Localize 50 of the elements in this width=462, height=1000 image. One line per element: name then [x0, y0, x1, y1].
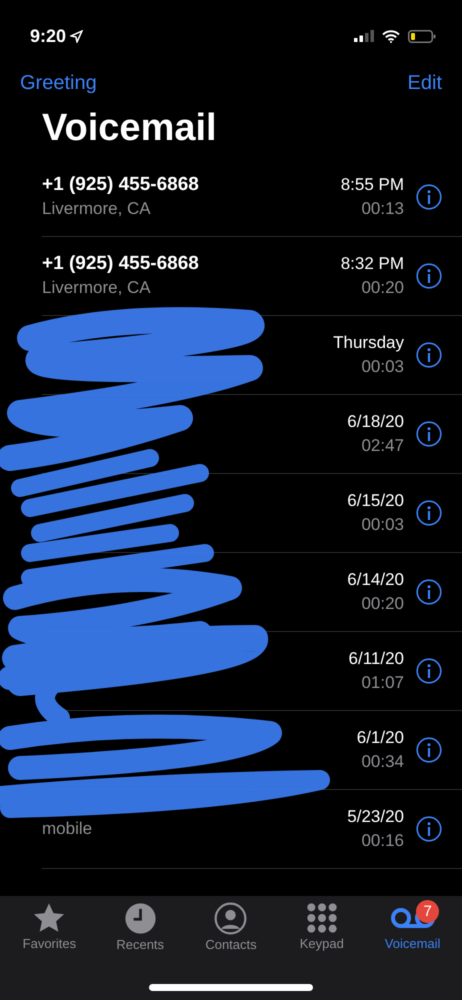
- caller-detail: Livermore, CA: [42, 198, 151, 218]
- info-icon[interactable]: [416, 816, 442, 842]
- caller-detail: mobile: [42, 818, 92, 838]
- caller-number: +1 (925) 455-6868: [42, 173, 200, 198]
- caller-detail: Livermore, CA: [42, 278, 151, 297]
- wifi-icon: [382, 30, 400, 42]
- clock-time: 9:20: [30, 24, 66, 48]
- battery-icon: [408, 30, 436, 42]
- duration: 01:07: [361, 672, 404, 692]
- duration: 00:34: [361, 752, 404, 771]
- duration: 00:03: [361, 514, 404, 534]
- tab-button[interactable]: Contacts: [186, 902, 276, 1000]
- info-icon[interactable]: [416, 420, 442, 447]
- greeting-link[interactable]: Greeting: [20, 68, 97, 98]
- duration: 00:03: [361, 356, 404, 376]
- info-icon[interactable]: [416, 578, 442, 605]
- clock-icon: [124, 902, 157, 935]
- call-date: 6/15/20: [347, 490, 404, 510]
- keypad-icon: [306, 902, 338, 934]
- info-icon[interactable]: [416, 342, 442, 368]
- info-icon[interactable]: [416, 184, 442, 210]
- tab-button[interactable]: Favorites: [4, 902, 95, 1000]
- tab-button[interactable]: Recents: [94, 902, 186, 1000]
- duration: 02:47: [361, 436, 404, 455]
- call-date: 6/14/20: [347, 570, 404, 589]
- call-date: 6/18/20: [347, 412, 404, 431]
- call-date: 8:55 PM: [340, 174, 404, 194]
- signal-icon: [354, 30, 374, 42]
- info-icon[interactable]: [416, 736, 442, 763]
- star-icon: [32, 902, 66, 934]
- tab-button[interactable]: Keypad: [276, 902, 368, 1000]
- contact-icon: [214, 902, 248, 935]
- tab-button[interactable]: Voicemail 7: [367, 902, 458, 1000]
- duration: 00:20: [361, 278, 404, 297]
- duration: 00:13: [361, 198, 404, 218]
- call-date: 6/1/20: [356, 728, 404, 747]
- info-icon[interactable]: [416, 262, 442, 289]
- call-date: 5/23/20: [347, 806, 404, 826]
- duration: 00:16: [361, 830, 404, 850]
- page-title: Voicemail: [41, 106, 218, 151]
- location-arrow-icon: [70, 30, 84, 44]
- info-icon[interactable]: [416, 500, 442, 526]
- edit-link[interactable]: Edit: [408, 68, 442, 98]
- unread-count-badge: 7: [416, 900, 440, 923]
- call-date: 6/11/20: [348, 648, 404, 668]
- duration: 00:20: [361, 594, 404, 613]
- call-date: 8:32 PM: [340, 254, 404, 273]
- call-date: Thursday: [333, 332, 404, 352]
- info-icon[interactable]: [416, 658, 442, 684]
- caller-number: +1 (925) 455-6868: [42, 252, 200, 276]
